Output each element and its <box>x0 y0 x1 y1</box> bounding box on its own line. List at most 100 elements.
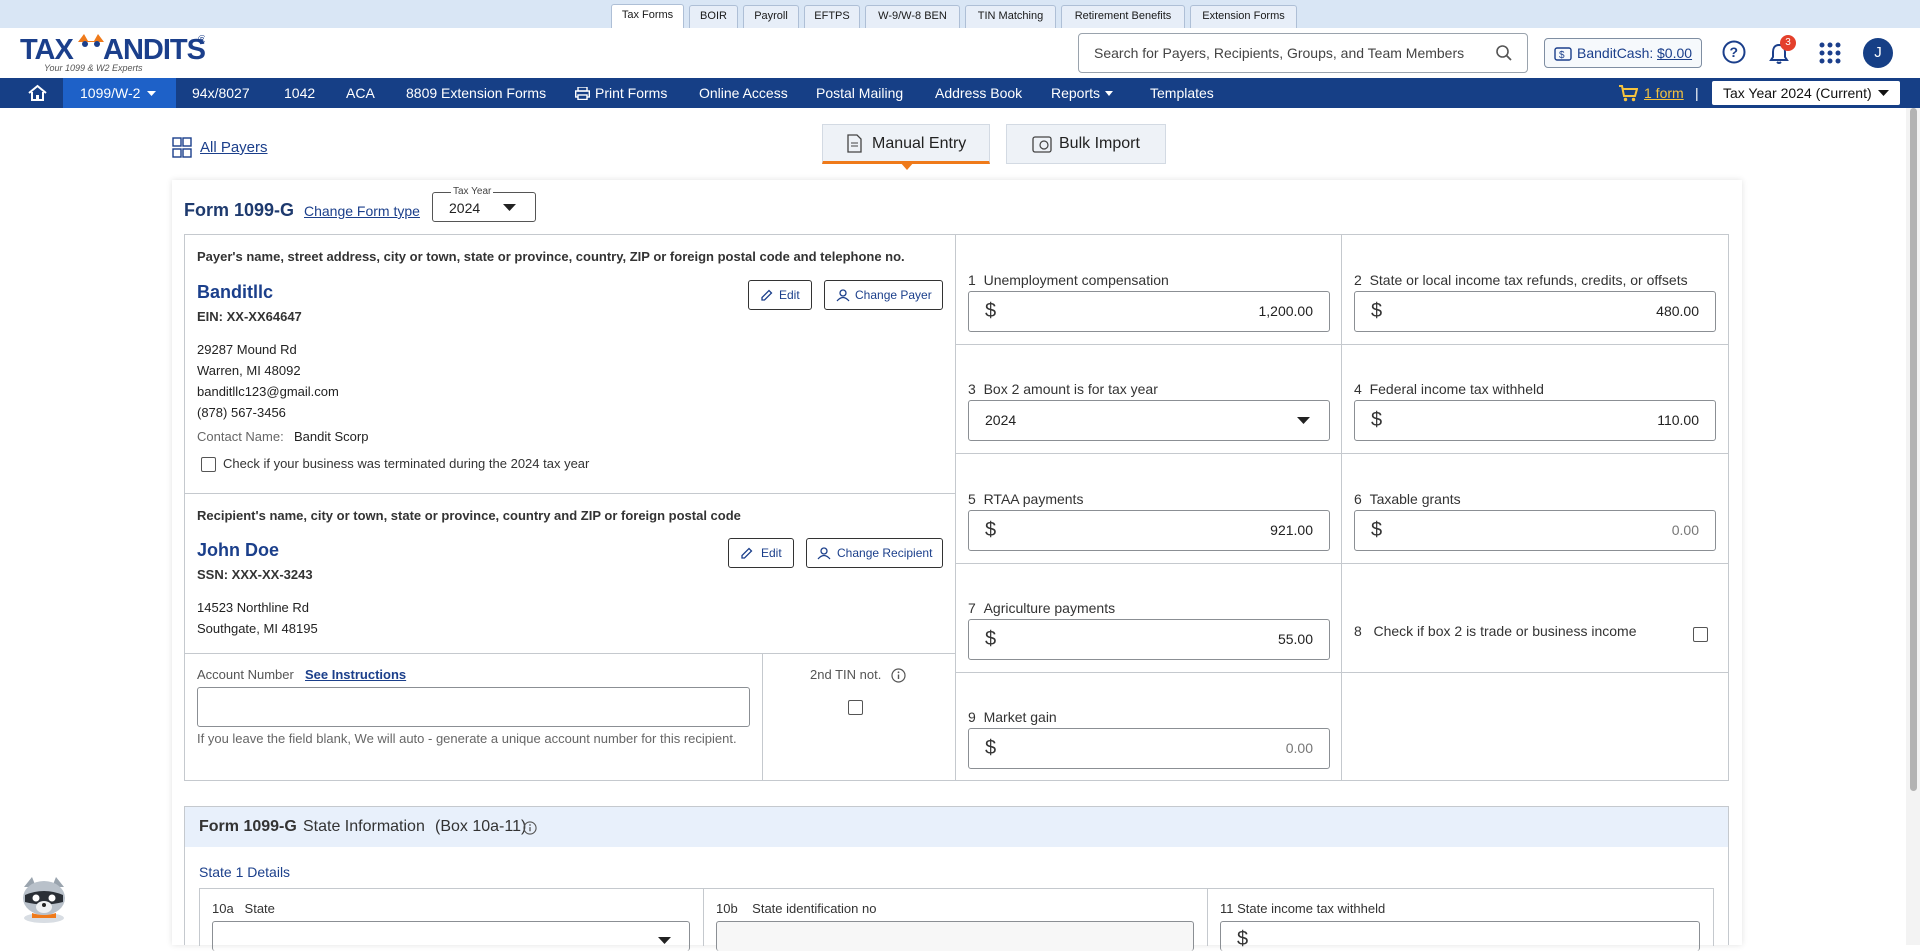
manual-entry-tab[interactable]: Manual Entry <box>822 124 990 170</box>
search-box[interactable] <box>1078 33 1528 73</box>
page-scrollbar-thumb[interactable] <box>1910 108 1917 791</box>
box5-rtaa-input[interactable]: $921.00 <box>968 510 1330 551</box>
bulk-import-tab[interactable]: Bulk Import <box>1006 124 1166 164</box>
box1-unemployment-input[interactable]: $1,200.00 <box>968 291 1330 332</box>
tab-tin-matching[interactable]: TIN Matching <box>965 5 1056 28</box>
nav-8809-extension-forms[interactable]: 8809 Extension Forms <box>406 78 546 108</box>
box4-label: 4 Federal income tax withheld <box>1354 381 1544 397</box>
user-avatar[interactable]: J <box>1863 38 1893 68</box>
change-recipient-label: Change Recipient <box>837 546 933 560</box>
chat-assistant-button[interactable] <box>18 873 70 925</box>
tab-eftps[interactable]: EFTPS <box>804 5 860 28</box>
second-tin-checkbox[interactable] <box>848 700 863 715</box>
nav-divider: | <box>1695 85 1699 101</box>
contact-name-value: Bandit Scorp <box>294 429 369 444</box>
notification-button[interactable]: 3 <box>1766 35 1796 68</box>
nav-templates[interactable]: Templates <box>1150 78 1214 108</box>
form-tax-year-select[interactable]: Tax Year 2024 <box>432 186 536 222</box>
box8-trade-business-checkbox[interactable] <box>1693 627 1708 642</box>
nav-postal-mailing[interactable]: Postal Mailing <box>816 78 903 108</box>
contact-name-label: Contact Name: <box>197 429 284 444</box>
state-id-input[interactable] <box>716 921 1194 951</box>
info-icon[interactable] <box>523 821 537 835</box>
help-icon[interactable]: ? <box>1722 40 1746 64</box>
form-title: Form 1099-G <box>184 200 295 220</box>
box3-tax-year-select[interactable]: 2024 <box>968 400 1330 441</box>
state-info-form-title: Form 1099-G <box>199 818 297 835</box>
nav-online-access[interactable]: Online Access <box>699 78 788 108</box>
box4-federal-withheld-input[interactable]: $110.00 <box>1354 400 1716 441</box>
state-select[interactable] <box>212 921 690 951</box>
box6-taxable-grants-input[interactable]: $0.00 <box>1354 510 1716 551</box>
box4-value: 110.00 <box>1657 412 1699 428</box>
state-info-title: State Information <box>303 818 425 835</box>
box9-value: 0.00 <box>1285 740 1313 756</box>
box7-agriculture-input[interactable]: $55.00 <box>968 619 1330 660</box>
search-icon[interactable] <box>1495 44 1513 62</box>
terminated-checkbox[interactable] <box>201 457 216 472</box>
box1-label: 1 Unemployment compensation <box>968 272 1169 288</box>
search-input[interactable] <box>1094 43 1474 63</box>
box2-text: State or local income tax refunds, credi… <box>1369 272 1688 288</box>
home-button[interactable] <box>0 78 63 108</box>
see-instructions-link[interactable]: See Instructions <box>305 667 406 682</box>
state-tax-withheld-input[interactable]: $ <box>1220 921 1700 951</box>
taxbandits-logo[interactable]: TAX ANDITS ® Your 1099 & W2 Experts <box>20 30 207 74</box>
box2-label: 2 State or local income tax refunds, cre… <box>1354 272 1688 288</box>
box4-text: Federal income tax withheld <box>1369 381 1544 397</box>
nav-aca[interactable]: ACA <box>346 78 375 108</box>
swap-user-icon <box>817 547 831 560</box>
document-icon <box>847 134 862 153</box>
svg-text:$: $ <box>1559 50 1565 61</box>
state-info-section: Form 1099-G State Information (Box 10a-1… <box>184 806 1729 951</box>
tax-year-field-label: Tax Year <box>451 186 494 197</box>
chevron-down-icon <box>658 937 671 944</box>
edit-payer-button[interactable]: Edit <box>748 280 812 310</box>
payer-city: Warren, MI 48092 <box>197 363 301 378</box>
currency-symbol: $ <box>1237 928 1249 950</box>
second-tin-label: 2nd TIN not. <box>810 667 882 682</box>
nav-94x-8027[interactable]: 94x/8027 <box>192 78 250 108</box>
tab-boir[interactable]: BOIR <box>689 5 738 28</box>
edit-recipient-button[interactable]: Edit <box>728 538 794 568</box>
currency-symbol: $ <box>1371 519 1383 541</box>
info-icon[interactable] <box>891 668 906 683</box>
tab-extension-forms[interactable]: Extension Forms <box>1190 5 1297 28</box>
box9-market-gain-input[interactable]: $0.00 <box>968 728 1330 769</box>
tab-w9-w8ben[interactable]: W-9/W-8 BEN <box>865 5 960 28</box>
box7-number: 7 <box>968 600 976 616</box>
box6-value: 0.00 <box>1671 522 1699 538</box>
cart-link[interactable]: 1 form <box>1618 78 1696 108</box>
currency-symbol: $ <box>985 300 997 322</box>
box8-text: Check if box 2 is trade or business inco… <box>1373 623 1637 639</box>
change-payer-label: Change Payer <box>855 288 932 302</box>
box5-label: 5 RTAA payments <box>968 491 1083 507</box>
banditcash-button[interactable]: $ BanditCash: $0.00 <box>1544 38 1702 68</box>
apps-grid-icon[interactable] <box>1819 42 1841 64</box>
change-recipient-button[interactable]: Change Recipient <box>806 538 943 568</box>
nav-print-forms[interactable]: Print Forms <box>575 78 675 108</box>
all-payers-link[interactable]: All Payers <box>172 137 282 159</box>
box9-text: Market gain <box>983 709 1057 725</box>
banditcash-amount: $0.00 <box>1657 45 1693 61</box>
account-number-help: If you leave the field blank, We will au… <box>197 731 737 746</box>
nav-1099-w2-dropdown[interactable]: 1099/W-2 <box>63 78 176 108</box>
change-form-type-link[interactable]: Change Form type <box>304 203 420 219</box>
nav-1042[interactable]: 1042 <box>284 78 315 108</box>
box5-value: 921.00 <box>1270 522 1313 538</box>
import-icon <box>1032 136 1052 153</box>
nav-reports-dropdown[interactable]: Reports <box>1051 78 1117 108</box>
box2-number: 2 <box>1354 272 1362 288</box>
box2-value: 480.00 <box>1656 303 1699 319</box>
tax-year-select[interactable]: Tax Year 2024 (Current) <box>1712 81 1900 105</box>
change-payer-button[interactable]: Change Payer <box>824 280 943 310</box>
tab-payroll[interactable]: Payroll <box>743 5 799 28</box>
tab-retirement-benefits[interactable]: Retirement Benefits <box>1061 5 1185 28</box>
account-number-input[interactable] <box>197 687 750 727</box>
box9-label: 9 Market gain <box>968 709 1057 725</box>
box2-state-refunds-input[interactable]: $480.00 <box>1354 291 1716 332</box>
tab-tax-forms[interactable]: Tax Forms <box>611 4 684 28</box>
box7-text: Agriculture payments <box>983 600 1116 616</box>
nav-address-book[interactable]: Address Book <box>935 78 1022 108</box>
swap-user-icon <box>836 289 850 302</box>
